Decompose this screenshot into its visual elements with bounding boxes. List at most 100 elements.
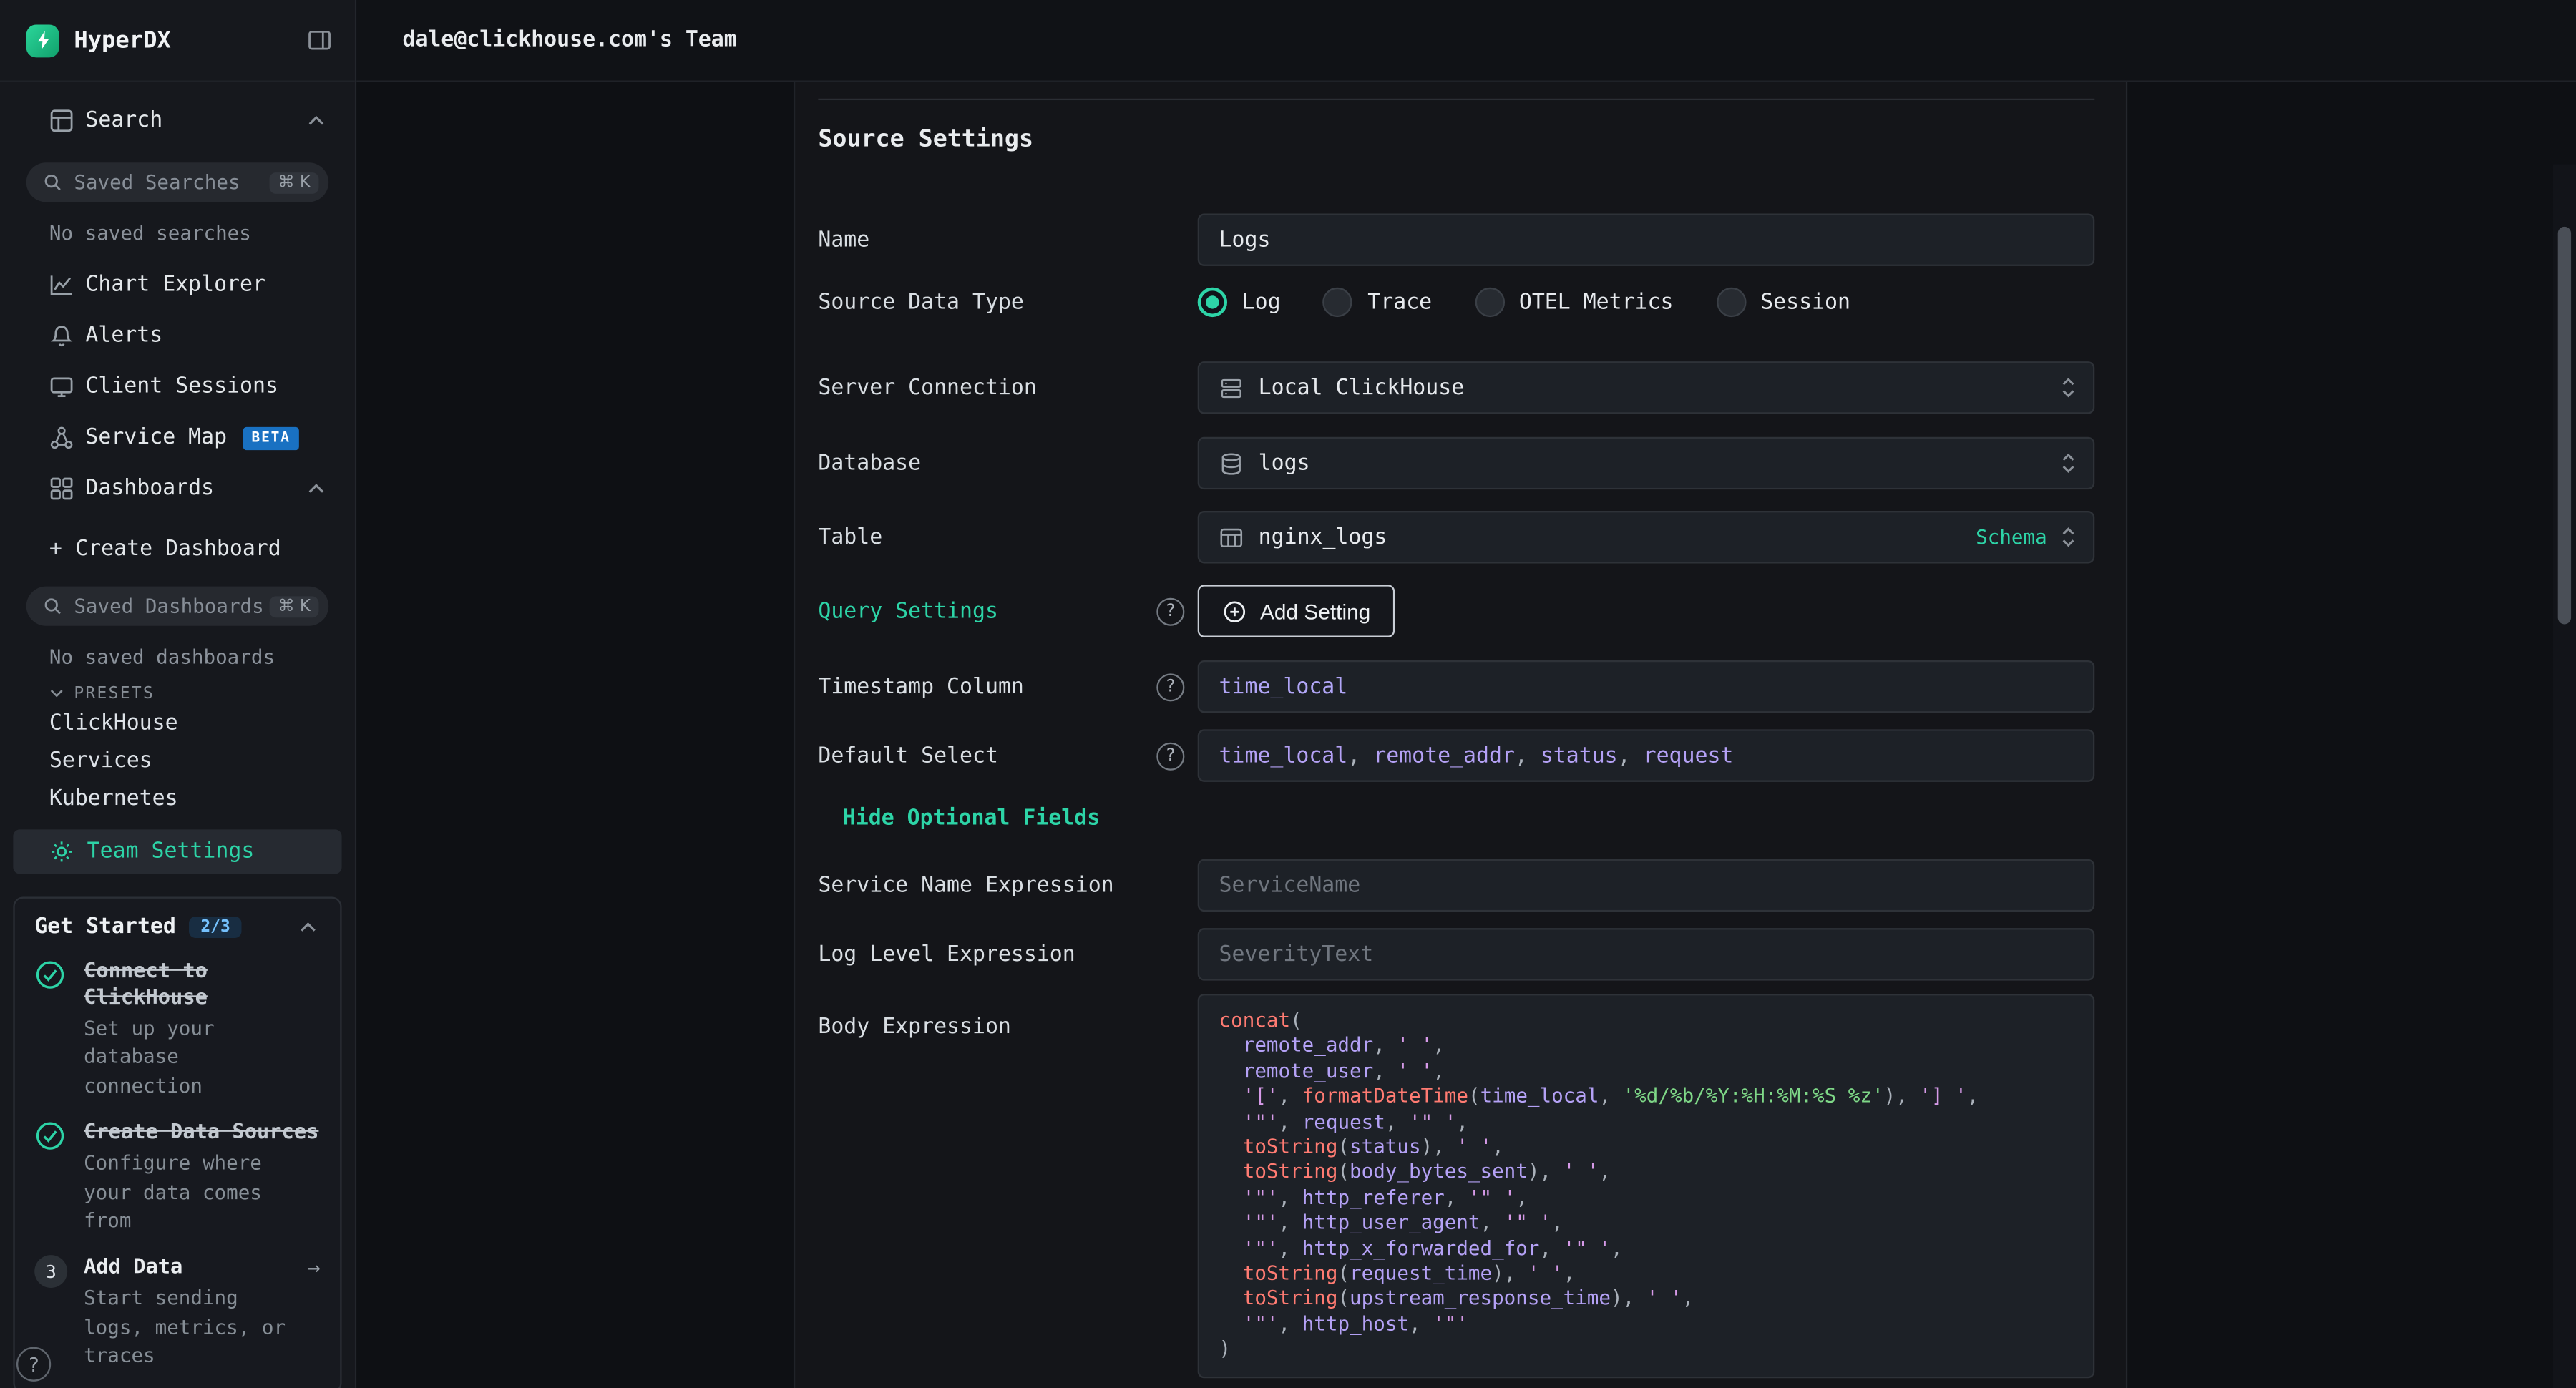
radio-dot-icon[interactable] bbox=[1198, 288, 1227, 317]
code-line: '[', formatDateTime(time_local, '%d/%b/%… bbox=[1219, 1085, 2074, 1110]
presets-section-header[interactable]: PRESETS bbox=[0, 682, 355, 705]
sidebar-item-dashboards[interactable]: Dashboards bbox=[0, 463, 355, 514]
check-circle-icon bbox=[34, 958, 67, 1101]
token-separator: , bbox=[1515, 743, 1541, 768]
chevron-updown-icon bbox=[2060, 374, 2077, 401]
progress-badge: 2/3 bbox=[189, 917, 242, 938]
step-title: Create Data Sources bbox=[84, 1119, 318, 1143]
field-label: Server Connection bbox=[818, 376, 1036, 400]
scrollbar-thumb[interactable] bbox=[2558, 227, 2571, 625]
sidebar-item-label: Chart Explorer bbox=[85, 273, 265, 297]
step-number: 3 bbox=[34, 1256, 67, 1289]
default-select-input[interactable]: time_local, remote_addr, status, request bbox=[1198, 729, 2095, 781]
radio-label: Trace bbox=[1367, 290, 1432, 314]
get-started-step-1[interactable]: Connect to ClickHouse Set up your databa… bbox=[34, 958, 320, 1101]
saved-dashboards-placeholder: Saved Dashboards bbox=[74, 595, 263, 617]
saved-dashboards-input[interactable]: Saved Dashboards ⌘ K bbox=[26, 587, 328, 626]
add-setting-button[interactable]: Add Setting bbox=[1198, 585, 1395, 637]
radio-dot-icon[interactable] bbox=[1716, 288, 1745, 317]
chevron-up-icon[interactable] bbox=[307, 483, 325, 494]
column-token: request bbox=[1644, 743, 1734, 768]
column-token: time_local bbox=[1219, 743, 1348, 768]
code-line: '"', http_host, '"' bbox=[1219, 1312, 2074, 1337]
timestamp-column-input[interactable] bbox=[1198, 660, 2095, 713]
body-expression-code[interactable]: concat( remote_addr, ' ', remote_user, '… bbox=[1198, 994, 2095, 1378]
field-label: Table bbox=[818, 525, 882, 549]
table-select[interactable]: nginx_logs Schema bbox=[1198, 511, 2095, 563]
radio-dot-icon[interactable] bbox=[1475, 288, 1504, 317]
sidebar-item-search[interactable]: Search bbox=[0, 95, 355, 145]
schema-link[interactable]: Schema bbox=[1976, 526, 2047, 549]
field-label: Name bbox=[818, 228, 869, 252]
server-connection-select[interactable]: Local ClickHouse bbox=[1198, 361, 2095, 414]
select-value: Local ClickHouse bbox=[1259, 376, 1465, 400]
help-icon[interactable]: ? bbox=[16, 1347, 51, 1382]
collapse-sidebar-icon[interactable] bbox=[307, 28, 331, 52]
hyperdx-logo-icon bbox=[26, 24, 59, 57]
database-icon bbox=[1219, 451, 1244, 475]
chevron-updown-icon bbox=[2060, 524, 2077, 550]
step-title: Add Data bbox=[84, 1254, 182, 1279]
form-row-server-connection: Server Connection Local ClickHouse bbox=[818, 361, 2094, 414]
field-label: Body Expression bbox=[818, 1015, 1011, 1040]
radio-label: OTEL Metrics bbox=[1519, 290, 1674, 314]
main-content: Source Settings Name Source Data Type Lo… bbox=[356, 82, 2576, 1388]
monitor-icon bbox=[49, 374, 74, 399]
check-circle-icon bbox=[34, 1119, 67, 1236]
no-saved-dashboards-text: No saved dashboards bbox=[0, 645, 355, 668]
preset-item-services[interactable]: Services bbox=[0, 743, 355, 781]
create-dashboard-label: Create Dashboard bbox=[75, 537, 281, 562]
get-started-step-2[interactable]: Create Data Sources Configure where your… bbox=[34, 1119, 320, 1236]
chevron-updown-icon bbox=[2060, 450, 2077, 476]
preset-item-kubernetes[interactable]: Kubernetes bbox=[0, 781, 355, 818]
search-layout-icon bbox=[49, 107, 74, 132]
chevron-down-icon bbox=[49, 688, 64, 698]
app-name: HyperDX bbox=[74, 27, 170, 54]
sidebar: HyperDX Search Saved Searches ⌘ K No sav… bbox=[0, 0, 356, 1388]
presets-label: PRESETS bbox=[74, 684, 155, 702]
sidebar-item-service-map[interactable]: Service Map BETA bbox=[0, 412, 355, 463]
name-input[interactable] bbox=[1198, 213, 2095, 265]
topbar: dale@clickhouse.com's Team bbox=[356, 0, 2576, 82]
preset-label: Services bbox=[49, 749, 152, 773]
sidebar-item-chart-explorer[interactable]: Chart Explorer bbox=[0, 260, 355, 311]
search-icon bbox=[43, 172, 63, 192]
scrollbar-track[interactable] bbox=[2553, 165, 2576, 1388]
radio-log[interactable]: Log bbox=[1198, 288, 1281, 317]
service-name-expression-input[interactable] bbox=[1198, 859, 2095, 912]
help-icon[interactable]: ? bbox=[1156, 597, 1184, 625]
code-line: toString(upstream_response_time), ' ', bbox=[1219, 1287, 2074, 1312]
sidebar-item-team-settings[interactable]: Team Settings bbox=[13, 829, 341, 874]
form-row-service-name-expression: Service Name Expression bbox=[818, 859, 2094, 912]
saved-searches-input[interactable]: Saved Searches ⌘ K bbox=[26, 162, 328, 202]
code-line: remote_user, ' ', bbox=[1219, 1059, 2074, 1084]
source-data-type-options: Log Trace OTEL Metrics Session bbox=[1198, 288, 2095, 317]
team-settings-label: Team Settings bbox=[87, 839, 255, 864]
beta-badge: BETA bbox=[243, 426, 298, 449]
help-icon[interactable]: ? bbox=[1156, 742, 1184, 770]
token-separator: , bbox=[1618, 743, 1644, 768]
preset-item-clickhouse[interactable]: ClickHouse bbox=[0, 705, 355, 743]
chevron-up-icon[interactable] bbox=[307, 114, 325, 126]
radio-otel-metrics[interactable]: OTEL Metrics bbox=[1475, 288, 1674, 317]
help-icon[interactable]: ? bbox=[1156, 673, 1184, 700]
database-select[interactable]: logs bbox=[1198, 437, 2095, 489]
code-line: toString(request_time), ' ', bbox=[1219, 1261, 2074, 1286]
hide-optional-fields-link[interactable]: Hide Optional Fields bbox=[843, 803, 2094, 833]
get-started-step-3[interactable]: 3 Add Data Start sending logs, metrics, … bbox=[34, 1254, 320, 1371]
keyboard-shortcut-badge: ⌘ K bbox=[270, 172, 318, 193]
team-title: dale@clickhouse.com's Team bbox=[402, 28, 736, 52]
radio-session[interactable]: Session bbox=[1716, 288, 1850, 317]
sidebar-item-alerts[interactable]: Alerts bbox=[0, 311, 355, 361]
radio-trace[interactable]: Trace bbox=[1323, 288, 1432, 317]
form-row-name: Name bbox=[818, 213, 2094, 265]
field-label: Service Name Expression bbox=[818, 873, 1113, 897]
sidebar-item-client-sessions[interactable]: Client Sessions bbox=[0, 361, 355, 412]
radio-dot-icon[interactable] bbox=[1323, 288, 1352, 317]
get-started-header[interactable]: Get Started 2/3 bbox=[34, 915, 320, 939]
create-dashboard-button[interactable]: + Create Dashboard bbox=[0, 524, 355, 575]
chevron-up-icon[interactable] bbox=[299, 922, 317, 933]
log-level-expression-input[interactable] bbox=[1198, 928, 2095, 980]
server-icon bbox=[1219, 376, 1244, 400]
form-row-table: Table nginx_logs Schema bbox=[818, 511, 2094, 563]
